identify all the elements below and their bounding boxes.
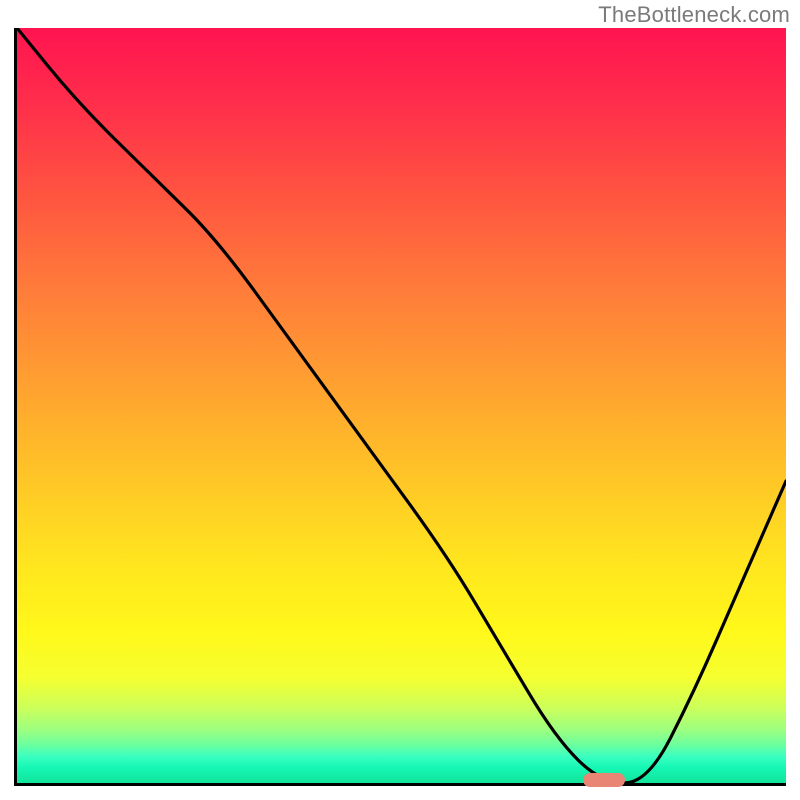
bottleneck-curve bbox=[17, 28, 786, 783]
watermark-text: TheBottleneck.com bbox=[598, 2, 790, 28]
optimal-marker bbox=[583, 773, 625, 787]
chart-plot-area bbox=[14, 28, 786, 786]
chart-curve-svg bbox=[17, 28, 786, 783]
